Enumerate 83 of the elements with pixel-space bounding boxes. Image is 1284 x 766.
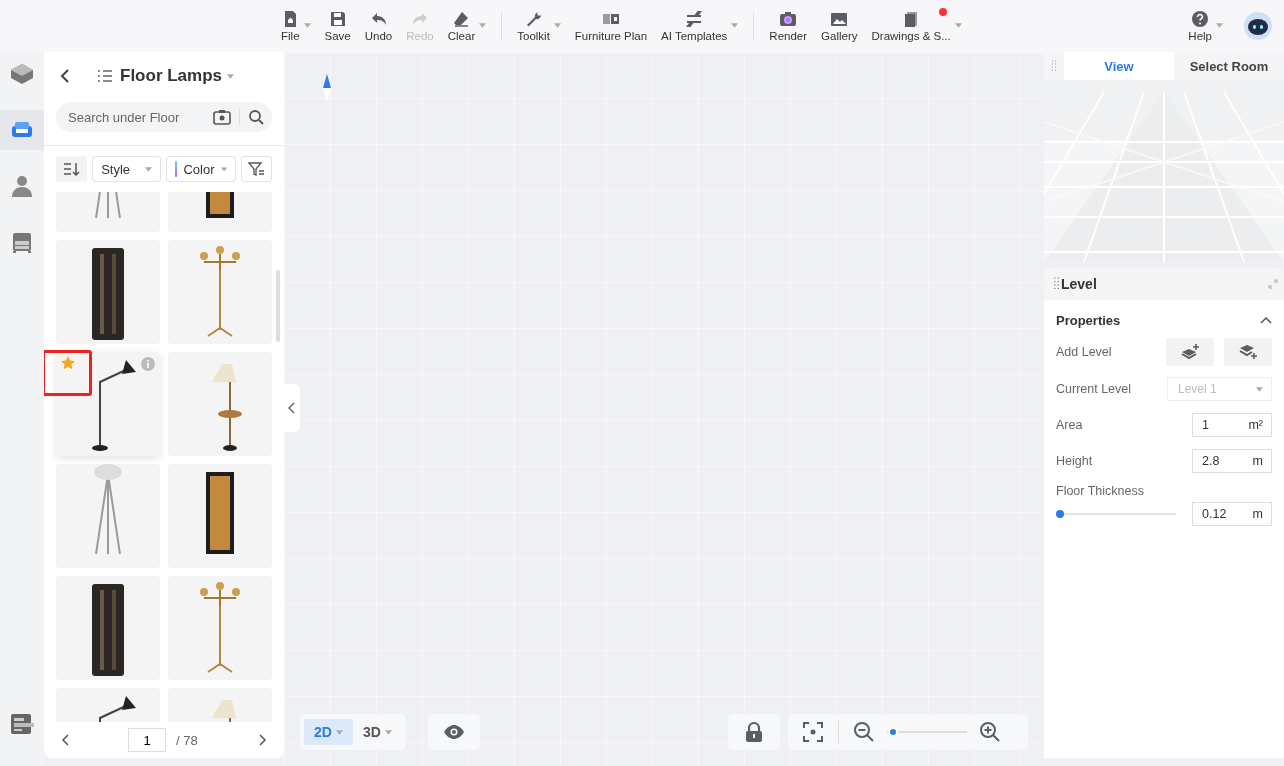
- caret-icon: [479, 23, 487, 28]
- field-label: Area: [1056, 418, 1083, 432]
- caret-icon: [227, 73, 234, 79]
- add-level-button[interactable]: [1224, 338, 1272, 366]
- help-icon: [1191, 10, 1210, 28]
- chevron-icon[interactable]: [1260, 316, 1272, 324]
- unit-label: m²: [1248, 418, 1263, 432]
- caret-icon: [954, 23, 962, 28]
- toolbar-button[interactable]: Drawings & S...: [864, 6, 969, 46]
- caret-icon: [144, 166, 152, 172]
- layers-plus-icon: [1180, 344, 1200, 360]
- scrollbar[interactable]: [276, 270, 280, 342]
- style-dropdown[interactable]: Style: [92, 156, 161, 182]
- toolbar-button[interactable]: Clear: [440, 6, 494, 46]
- number-field[interactable]: 2.8 m: [1192, 449, 1272, 473]
- sidebar-tab[interactable]: [0, 110, 44, 150]
- collapse-button[interactable]: [284, 384, 300, 432]
- toolbar-button[interactable]: File: [274, 6, 318, 46]
- number-field[interactable]: 0.12 m: [1192, 502, 1272, 526]
- list-icon: [98, 70, 112, 82]
- page-field[interactable]: 1: [128, 728, 166, 752]
- focus-button[interactable]: [802, 721, 824, 743]
- lightning-icon: [685, 10, 704, 28]
- filter-button[interactable]: [240, 156, 272, 182]
- field-label: Add Level: [1056, 345, 1112, 359]
- chevron-left-icon: [288, 402, 296, 414]
- field-label: Floor Thickness: [1056, 484, 1144, 498]
- toolbar-button[interactable]: Save: [317, 6, 358, 46]
- number-field[interactable]: 1 m²: [1192, 413, 1272, 437]
- caret-icon: [1216, 23, 1223, 28]
- category-dropdown[interactable]: Floor Lamps: [120, 66, 234, 86]
- robot-avatar[interactable]: [1244, 12, 1272, 40]
- sort-icon: [63, 162, 80, 176]
- lock-button[interactable]: [743, 721, 765, 743]
- cube-icon: [9, 61, 35, 87]
- caret-icon: [335, 729, 343, 735]
- eraser-icon: [452, 10, 471, 28]
- slider-thumb[interactable]: [888, 727, 899, 737]
- section-title: Properties: [1056, 312, 1121, 328]
- caret-icon: [220, 166, 227, 172]
- search-field[interactable]: Search under Floor: [56, 102, 272, 132]
- toolbar-button[interactable]: Undo: [357, 6, 400, 46]
- color-swatch-icon: [174, 161, 178, 177]
- caret-icon: [1256, 386, 1263, 392]
- person-icon: [9, 173, 35, 199]
- page-total: / 78: [176, 732, 198, 748]
- layout-icon: [9, 711, 35, 737]
- search-icon[interactable]: [248, 109, 264, 125]
- toolbar-button[interactable]: AI Templates: [654, 6, 746, 46]
- unit-label: m: [1252, 507, 1263, 521]
- view-mode-tab[interactable]: 3D: [352, 719, 402, 745]
- field-label: Height: [1056, 454, 1093, 468]
- field-label: Current Level: [1056, 382, 1132, 396]
- layers-plus-icon: [1238, 344, 1258, 360]
- caret-icon: [384, 729, 392, 735]
- unit-label: m: [1252, 454, 1263, 468]
- toolbar-button[interactable]: Render: [762, 6, 815, 46]
- view-tab[interactable]: View: [1064, 52, 1174, 80]
- toolbar-button[interactable]: Furniture Plan: [567, 6, 655, 46]
- filter-icon: [248, 162, 265, 176]
- save-icon: [328, 10, 347, 28]
- help-button[interactable]: Help: [1181, 6, 1230, 46]
- camera-icon[interactable]: [213, 109, 231, 125]
- zoom-in-button[interactable]: [979, 721, 1001, 743]
- caret-icon: [553, 23, 561, 28]
- drag-handle-icon[interactable]: [1054, 277, 1059, 291]
- zoom-out-button[interactable]: [853, 721, 875, 743]
- image-icon: [830, 10, 849, 28]
- view-tab[interactable]: Select Room: [1174, 52, 1284, 80]
- thickness-slider[interactable]: [1056, 510, 1176, 518]
- drag-handle-icon[interactable]: [1052, 60, 1056, 72]
- toolbar-button[interactable]: Gallery: [814, 6, 865, 46]
- toolbar-button[interactable]: Toolkit: [510, 6, 568, 46]
- caret-icon: [303, 23, 311, 28]
- slider-thumb[interactable]: [1056, 510, 1064, 518]
- compass-icon: [322, 74, 332, 102]
- star-icon[interactable]: [60, 355, 76, 371]
- add-level-button[interactable]: [1166, 338, 1214, 366]
- sort-button[interactable]: [56, 156, 88, 182]
- panel-title: Level: [1061, 276, 1097, 292]
- color-dropdown[interactable]: Color: [165, 156, 236, 182]
- caret-icon: [731, 23, 739, 28]
- camera-icon: [779, 10, 798, 28]
